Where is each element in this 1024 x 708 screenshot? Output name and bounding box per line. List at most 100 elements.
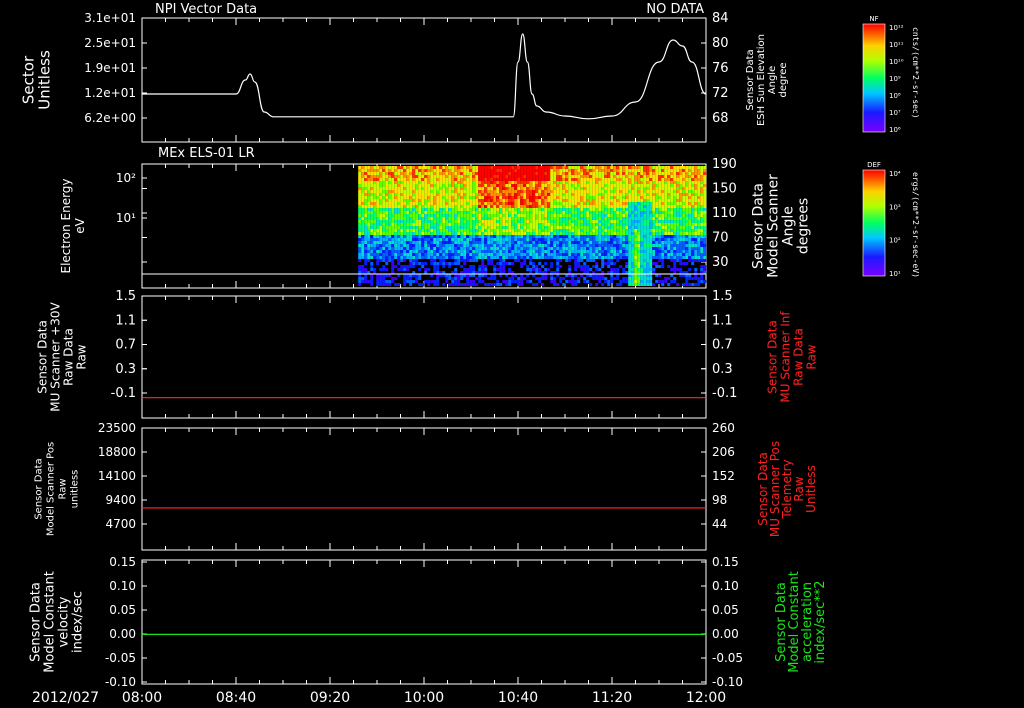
spectrogram-cell [616,190,620,193]
spectrogram-cell [553,166,557,169]
spectrogram-cell [388,244,392,247]
spectrogram-cell [358,220,362,223]
spectrogram-cell [541,199,545,202]
spectrogram-cell [376,247,380,250]
spectrogram-cell [388,259,392,262]
spectrogram-cell [364,187,368,190]
spectrogram-cell [469,232,473,235]
spectrogram-cell [493,190,497,193]
spectrogram-cell [589,193,593,196]
spectrogram-cell [634,250,638,253]
spectrogram-cell [511,223,515,226]
spectrogram-cell [553,229,557,232]
spectrogram-cell [406,169,410,172]
spectrogram-cell [685,277,689,280]
spectrogram-cell [637,211,641,214]
spectrogram-cell [472,241,476,244]
spectrogram-cell [523,229,527,232]
spectrogram-cell [424,280,428,283]
spectrogram-cell [598,238,602,241]
spectrogram-cell [484,175,488,178]
spectrogram-cell [553,241,557,244]
spectrogram-cell [436,244,440,247]
spectrogram-cell [703,232,707,235]
spectrogram-cell [613,187,617,190]
spectrogram-cell [655,262,659,265]
spectrogram-cell [412,232,416,235]
spectrogram-cell [499,181,503,184]
spectrogram-cell [526,166,530,169]
spectrogram-cell [604,220,608,223]
spectrogram-cell [373,238,377,241]
spectrogram-cell [382,247,386,250]
spectrogram-cell [691,172,695,175]
spectrogram-cell [370,175,374,178]
spectrogram-cell [631,244,635,247]
spectrogram-cell [436,169,440,172]
spectrogram-cell [703,190,707,193]
spectrogram-cell [364,244,368,247]
spectrogram-cell [415,184,419,187]
spectrogram-cell [619,235,623,238]
spectrogram-cell [391,232,395,235]
spectrogram-cell [565,253,569,256]
spectrogram-cell [574,184,578,187]
spectrogram-cell [466,241,470,244]
spectrogram-cell [397,232,401,235]
spectrogram-cell [445,166,449,169]
spectrogram-cell [418,208,422,211]
spectrogram-cell [445,211,449,214]
spectrogram-cell [544,172,548,175]
spectrogram-cell [523,244,527,247]
spectrogram-cell [559,229,563,232]
spectrogram-cell [502,241,506,244]
spectrogram-cell [619,250,623,253]
spectrogram-cell [505,247,509,250]
spectrogram-cell [490,259,494,262]
spectrogram-cell [415,241,419,244]
spectrogram-cell [505,250,509,253]
spectrogram-cell [373,178,377,181]
spectrogram-cell [361,238,365,241]
spectrogram-cell [649,250,653,253]
spectrogram-cell [421,235,425,238]
spectrogram-cell [415,235,419,238]
spectrogram-cell [595,256,599,259]
spectrogram-cell [568,220,572,223]
spectrogram-cell [592,172,596,175]
spectrogram-cell [646,265,650,268]
spectrogram-cell [373,253,377,256]
spectrogram-cell [655,214,659,217]
spectrogram-cell [535,229,539,232]
spectrogram-cell [565,190,569,193]
spectrogram-cell [421,178,425,181]
spectrogram-cell [496,187,500,190]
spectrogram-cell [478,193,482,196]
spectrogram-cell [649,223,653,226]
spectrogram-cell [682,223,686,226]
spectrogram-cell [370,247,374,250]
spectrogram-cell [496,178,500,181]
spectrogram-cell [676,178,680,181]
spectrogram-cell [379,229,383,232]
left-tick-label: 1.2e+01 [84,86,136,100]
spectrogram-cell [376,172,380,175]
spectrogram-cell [496,166,500,169]
spectrogram-cell [382,178,386,181]
spectrogram-cell [487,196,491,199]
spectrogram-cell [688,196,692,199]
spectrogram-cell [391,250,395,253]
spectrogram-cell [601,220,605,223]
spectrogram-cell [640,199,644,202]
axis-label-line: Sensor Data [766,320,780,394]
spectrogram-cell [562,196,566,199]
spectrogram-cell [547,214,551,217]
spectrogram-cell [496,199,500,202]
spectrogram-cell [538,262,542,265]
spectrogram-cell [544,247,548,250]
spectrogram-cell [439,175,443,178]
spectrogram-cell [667,205,671,208]
spectrogram-cell [649,241,653,244]
spectrogram-cell [406,253,410,256]
spectrogram-cell [424,172,428,175]
